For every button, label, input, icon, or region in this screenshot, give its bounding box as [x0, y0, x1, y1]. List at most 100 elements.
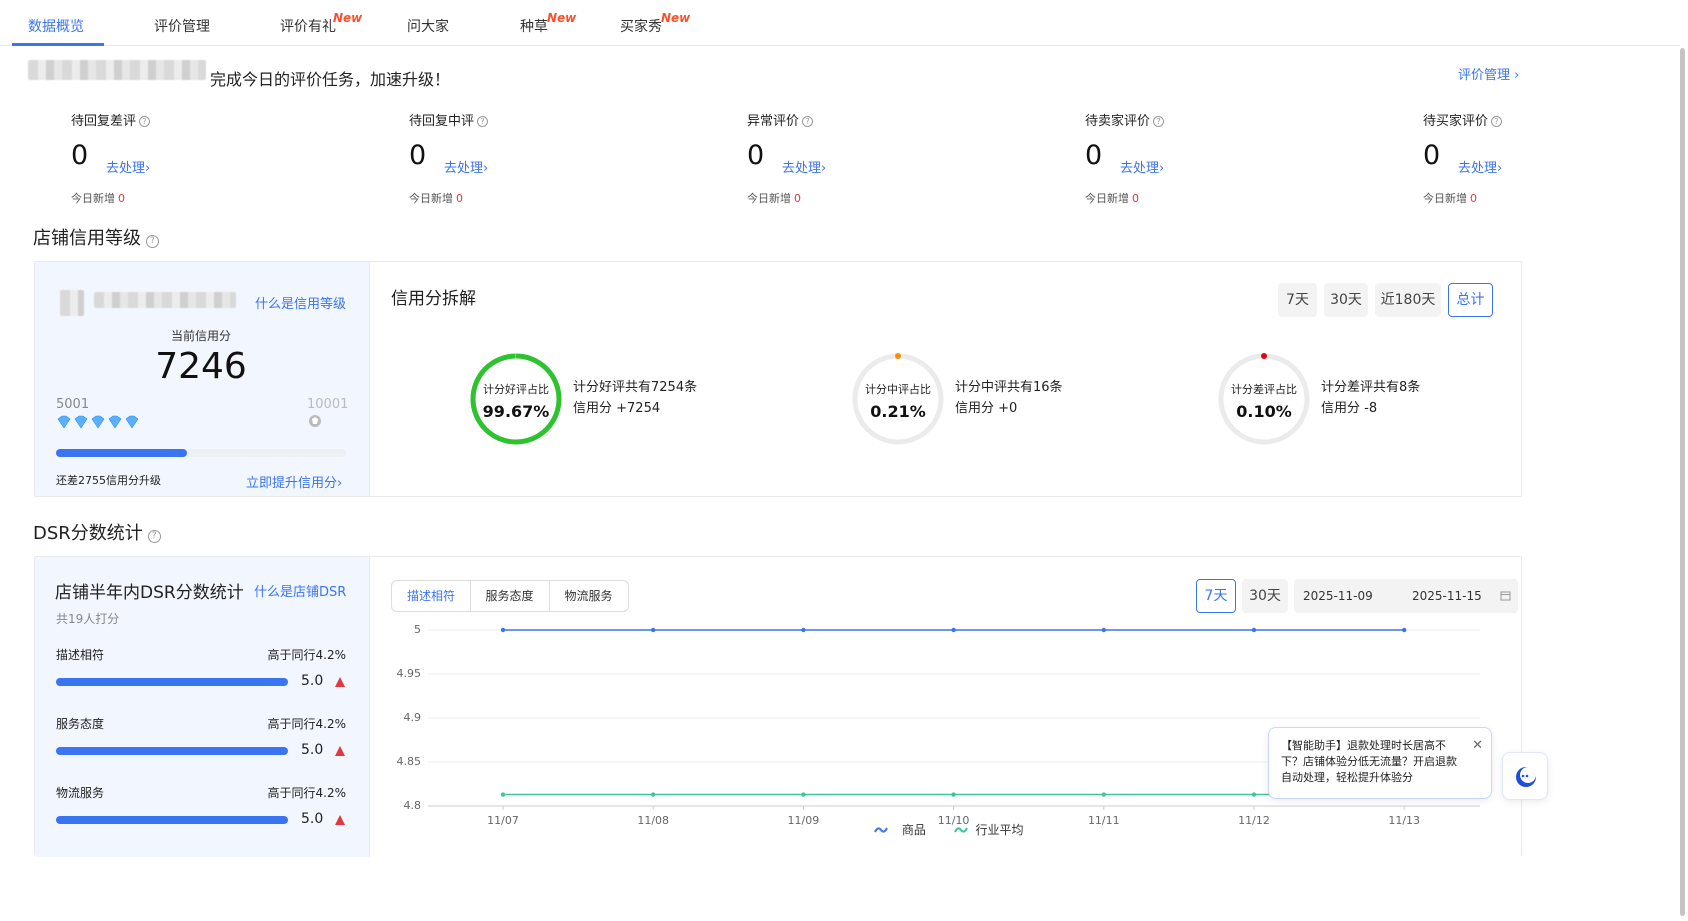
diamond-icon	[57, 415, 139, 429]
upgrade-gap-text: 还差2755信用分升级	[56, 474, 161, 487]
data-point[interactable]	[951, 627, 956, 633]
dsr-item-compare: 高于同行4.2%	[267, 648, 347, 662]
trend-up-icon	[335, 677, 345, 687]
what-is-credit-link[interactable]: 什么是信用等级	[255, 293, 346, 312]
dsr-item-score: 5.0	[301, 811, 324, 827]
trend-up-icon	[335, 815, 345, 825]
help-icon[interactable]: ?	[1491, 116, 1503, 127]
data-point[interactable]	[1251, 627, 1257, 633]
data-point[interactable]	[1402, 627, 1407, 633]
tab-label: 买家秀	[620, 19, 662, 35]
help-icon[interactable]: ?	[139, 116, 151, 127]
data-point[interactable]	[1101, 792, 1106, 797]
tab-review-manage[interactable]: 评价管理	[154, 16, 210, 36]
pending-item: 待回复差评? 0 去处理› 今日新增 0	[71, 110, 271, 205]
data-point[interactable]	[651, 627, 656, 633]
pending-title-text: 待买家评价	[1423, 114, 1489, 129]
data-point[interactable]	[801, 792, 806, 797]
divider	[369, 262, 370, 496]
y-tick-label: 4.9	[403, 711, 422, 724]
calendar-icon	[1500, 591, 1511, 601]
process-link[interactable]: 去处理›	[782, 157, 826, 176]
range-30d-button[interactable]: 30天	[1242, 579, 1288, 613]
ring-center: 计分中评占比 0.21%	[853, 381, 943, 421]
assistant-button[interactable]	[1502, 752, 1548, 800]
help-icon[interactable]: ?	[477, 116, 489, 127]
section-title-text: DSR分数统计	[33, 523, 143, 544]
process-link[interactable]: 去处理›	[106, 157, 150, 176]
dsr-item-name: 物流服务	[56, 786, 105, 800]
y-tick-label: 4.85	[396, 755, 422, 768]
tab-label: 种草	[520, 19, 548, 35]
task-message: 完成今日的评价任务，加速升级！	[210, 70, 451, 89]
pending-title: 待回复差评?	[71, 110, 271, 129]
dsr-section-title: DSR分数统计?	[33, 519, 161, 545]
ring-count-text: 计分好评共有7254条	[573, 380, 698, 395]
assistant-message: 【智能助手】退款处理时长居高不下？店铺体验分低无流量？开启退款自动处理，轻松提升…	[1281, 739, 1457, 784]
review-manage-link[interactable]: 评价管理 ›	[1458, 64, 1519, 83]
today-new-value: 0	[794, 192, 801, 205]
new-badge: New	[661, 11, 691, 25]
data-point[interactable]	[1251, 792, 1257, 797]
dsr-bar-fill	[56, 816, 288, 824]
segment-logistics[interactable]: 物流服务	[549, 580, 629, 612]
x-tick-label: 11/11	[1087, 814, 1120, 827]
data-point[interactable]	[500, 627, 506, 633]
segment-service[interactable]: 服务态度	[470, 580, 550, 612]
close-icon[interactable]: ✕	[1472, 738, 1483, 754]
data-point[interactable]	[951, 792, 956, 797]
today-new-value: 0	[456, 192, 463, 205]
x-tick-label: 11/12	[1238, 814, 1270, 827]
process-link[interactable]: 去处理›	[1458, 157, 1502, 176]
dsr-item-name: 服务态度	[56, 717, 105, 731]
what-is-dsr-link[interactable]: 什么是店铺DSR	[254, 581, 346, 600]
today-new-label: 今日新增	[747, 192, 791, 205]
process-link[interactable]: 去处理›	[444, 157, 488, 176]
date-range-picker[interactable]: 2025-11-09 2025-11-15	[1294, 579, 1518, 613]
dsr-panel-title: 店铺半年内DSR分数统计	[55, 583, 244, 603]
pending-title: 待买家评价?	[1423, 110, 1623, 129]
date-start: 2025-11-09	[1303, 589, 1373, 603]
x-tick-label: 11/07	[487, 814, 519, 827]
tab-buyer-show[interactable]: 买家秀 New	[620, 11, 690, 36]
ring-credit-text: 信用分 -8	[1321, 401, 1378, 416]
help-icon[interactable]: ?	[147, 530, 161, 543]
period-total-button[interactable]: 总计	[1448, 283, 1493, 317]
breakdown-title: 信用分拆解	[391, 289, 476, 309]
period-30d-button[interactable]: 30天	[1324, 283, 1368, 317]
data-point[interactable]	[500, 792, 506, 797]
help-icon[interactable]: ?	[802, 116, 814, 127]
ring-credit-text: 信用分 +0	[955, 401, 1018, 416]
data-point[interactable]	[1101, 627, 1106, 633]
pending-title: 待卖家评价?	[1085, 110, 1285, 129]
range-7d-button[interactable]: 7天	[1196, 579, 1236, 613]
today-new-label: 今日新增	[409, 192, 453, 205]
period-7d-button[interactable]: 7天	[1278, 283, 1317, 317]
period-180d-button[interactable]: 近180天	[1375, 283, 1441, 317]
pending-item: 待回复中评? 0 去处理› 今日新增 0	[409, 110, 609, 205]
today-new-value: 0	[1470, 192, 1477, 205]
data-point[interactable]	[801, 627, 806, 633]
credit-section-title: 店铺信用等级?	[33, 224, 159, 250]
tab-overview[interactable]: 数据概览	[28, 16, 84, 36]
help-icon[interactable]: ?	[146, 235, 159, 248]
tab-review-gift[interactable]: 评价有礼 New	[280, 11, 362, 36]
ring-value: 99.67%	[482, 402, 550, 421]
process-link[interactable]: 去处理›	[1120, 157, 1164, 176]
pending-title-text: 待回复差评	[71, 114, 137, 129]
help-icon[interactable]: ?	[1153, 116, 1165, 127]
trend-up-icon	[335, 746, 345, 756]
tab-ask-all[interactable]: 问大家	[407, 16, 449, 36]
tab-label: 数据概览	[28, 19, 84, 35]
shop-name-blurred	[94, 292, 236, 308]
y-tick-label: 4.8	[403, 799, 422, 812]
today-new: 今日新增 0	[1085, 190, 1139, 206]
scrollbar[interactable]	[1680, 48, 1685, 916]
ring-description: 计分差评共有8条 信用分 -8	[1321, 377, 1420, 419]
active-tab-indicator	[12, 43, 104, 46]
boost-credit-link[interactable]: 立即提升信用分›	[246, 472, 342, 491]
segment-description[interactable]: 描述相符	[391, 580, 471, 612]
tab-seeding[interactable]: 种草 New	[520, 11, 576, 36]
dsr-item-score: 5.0	[301, 673, 324, 689]
data-point[interactable]	[651, 792, 656, 797]
